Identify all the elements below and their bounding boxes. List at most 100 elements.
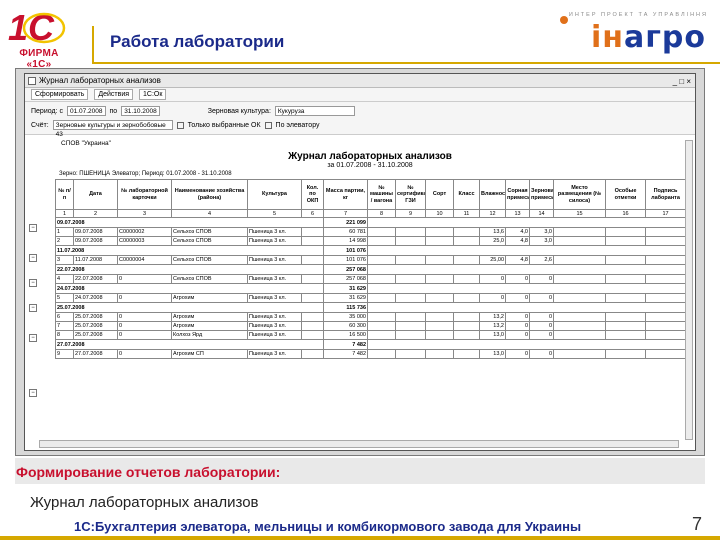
table-cell bbox=[367, 349, 396, 359]
column-header: № сертификата ГЗИ bbox=[395, 179, 426, 210]
window-controls-icon[interactable]: _ □ × bbox=[673, 75, 691, 89]
table-cell: 8 bbox=[55, 330, 74, 340]
column-header: Наименование хозяйства (района) bbox=[171, 179, 248, 210]
table-cell bbox=[645, 349, 686, 359]
table-cell: 0 bbox=[479, 274, 506, 284]
table-cell bbox=[453, 312, 480, 322]
column-header: Культура bbox=[247, 179, 302, 210]
table-cell bbox=[605, 255, 646, 265]
table-cell: 2 bbox=[55, 236, 74, 246]
group-row[interactable]: 24.07.2008 31 629 bbox=[55, 283, 686, 294]
window-titlebar[interactable]: Журнал лабораторных анализов _ □ × bbox=[25, 74, 695, 88]
table-row[interactable]: 7 25.07.2008 0 Агрохим Пшеница 3 кл. 60 300 13… bbox=[55, 321, 686, 331]
table-row[interactable]: 2 09.07.2008 С0000003 Сельхоз СПОВ Пшеница 3… bbox=[55, 236, 686, 246]
table-cell: Агрохим СП bbox=[171, 349, 248, 359]
table-cell: 25,00 bbox=[479, 255, 506, 265]
table-cell bbox=[425, 236, 454, 246]
table-cell: 0 bbox=[529, 274, 554, 284]
column-number: 16 bbox=[605, 209, 646, 218]
group-total: 257 068 bbox=[323, 264, 368, 275]
table-cell bbox=[301, 330, 324, 340]
table-cell bbox=[395, 321, 426, 331]
table-cell: 25.07.2008 bbox=[73, 312, 118, 322]
table-cell: 0 bbox=[505, 349, 530, 359]
table-row[interactable]: 6 25.07.2008 0 Агрохим Пшеница 3 кл. 35 000 13… bbox=[55, 312, 686, 322]
group-total: 7 482 bbox=[323, 339, 368, 350]
only-selected-checkbox[interactable] bbox=[176, 121, 184, 129]
column-header: № машины / вагона bbox=[367, 179, 396, 210]
vertical-scrollbar[interactable] bbox=[685, 140, 693, 440]
table-row[interactable]: 5 24.07.2008 0 Агрохим Пшеница 3 кл. 31 629 0 0… bbox=[55, 293, 686, 303]
column-number: 9 bbox=[395, 209, 426, 218]
table-row[interactable]: 3 11.07.2008 С0000004 Сельхоз СПОВ Пшеница 3… bbox=[55, 255, 686, 265]
table-cell bbox=[425, 312, 454, 322]
table-cell bbox=[395, 293, 426, 303]
table-row[interactable]: 4 22.07.2008 0 Сельхоз СПОВ Пшеница 3 кл. 257… bbox=[55, 274, 686, 284]
group-total: 221 099 bbox=[323, 217, 368, 228]
table-cell bbox=[645, 293, 686, 303]
table-row[interactable]: 9 27.07.2008 0 Агрохим СП Пшеница 3 кл. 7 482… bbox=[55, 349, 686, 359]
table-cell: 22.07.2008 bbox=[73, 274, 118, 284]
brand-logo-in: ін bbox=[590, 20, 624, 55]
group-row[interactable]: 09.07.2008 221 099 bbox=[55, 217, 686, 228]
table-cell: Сельхоз СПОВ bbox=[171, 274, 248, 284]
ok-button[interactable]: 1С:Ок bbox=[139, 89, 167, 100]
table-cell bbox=[425, 330, 454, 340]
collapse-icon[interactable]: − bbox=[29, 224, 37, 232]
table-cell bbox=[301, 255, 324, 265]
group-date: 09.07.2008 bbox=[55, 217, 324, 228]
window-toolbar: Сформировать Действия 1С:Ок bbox=[25, 88, 695, 102]
table-cell: Агрохим bbox=[171, 293, 248, 303]
table-cell bbox=[645, 321, 686, 331]
table-cell: Пшеница 3 кл. bbox=[247, 255, 302, 265]
table-cell: Пшеница 3 кл. bbox=[247, 349, 302, 359]
column-number: 12 bbox=[479, 209, 506, 218]
horizontal-scrollbar[interactable] bbox=[39, 440, 679, 448]
table-cell: 0 bbox=[505, 312, 530, 322]
table-cell: 4,8 bbox=[505, 255, 530, 265]
table-cell bbox=[645, 274, 686, 284]
group-date: 27.07.2008 bbox=[55, 339, 324, 350]
table-row[interactable]: 1 09.07.2008 С0000002 Сельхоз СПОВ Пшеница 3… bbox=[55, 227, 686, 237]
report-table: № п/п Дата № лабораторной карточки Наименов… bbox=[55, 179, 686, 359]
table-cell: 4,0 bbox=[505, 227, 530, 237]
account-label: Счёт: bbox=[31, 121, 49, 129]
account-field[interactable]: Зерновые культуры и зернобобовые 43 bbox=[52, 120, 173, 138]
group-row[interactable]: 27.07.2008 7 482 bbox=[55, 339, 686, 350]
actions-button[interactable]: Действия bbox=[94, 89, 134, 100]
table-cell bbox=[425, 349, 454, 359]
table-cell bbox=[395, 236, 426, 246]
group-row[interactable]: 25.07.2008 115 736 bbox=[55, 302, 686, 313]
table-cell bbox=[605, 321, 646, 331]
table-row[interactable]: 8 25.07.2008 0 Колхоз Ярд Пшеница 3 кл. 16 50… bbox=[55, 330, 686, 340]
collapse-icon[interactable]: − bbox=[29, 254, 37, 262]
table-cell bbox=[645, 255, 686, 265]
generate-button[interactable]: Сформировать bbox=[31, 89, 89, 100]
table-cell bbox=[553, 236, 606, 246]
brand-globe-icon bbox=[560, 16, 568, 24]
collapse-icon[interactable]: − bbox=[29, 279, 37, 287]
group-row[interactable]: 22.07.2008 257 068 bbox=[55, 264, 686, 275]
collapse-icon[interactable]: − bbox=[29, 334, 37, 342]
table-cell: 13,0 bbox=[479, 330, 506, 340]
header-divider bbox=[92, 62, 720, 64]
period-to-field[interactable]: 31.10.2008 bbox=[121, 106, 160, 116]
column-header: Особые отметки bbox=[605, 179, 646, 210]
table-cell bbox=[553, 227, 606, 237]
by-elevator-checkbox[interactable] bbox=[264, 121, 272, 129]
group-total: 101 076 bbox=[323, 245, 368, 256]
group-row[interactable]: 11.07.2008 101 076 bbox=[55, 245, 686, 256]
column-header: Дата bbox=[73, 179, 118, 210]
table-cell: 13,2 bbox=[479, 321, 506, 331]
window-title: Журнал лабораторных анализов bbox=[39, 76, 161, 85]
grain-field[interactable]: Кукуруза bbox=[274, 106, 355, 116]
table-cell: 0 bbox=[117, 330, 172, 340]
period-from-field[interactable]: 01.07.2008 bbox=[66, 106, 106, 116]
table-cell bbox=[395, 312, 426, 322]
column-number: 5 bbox=[247, 209, 302, 218]
column-number: 2 bbox=[73, 209, 118, 218]
collapse-icon[interactable]: − bbox=[29, 389, 37, 397]
table-cell bbox=[425, 274, 454, 284]
table-cell: С0000004 bbox=[117, 255, 172, 265]
collapse-icon[interactable]: − bbox=[29, 304, 37, 312]
